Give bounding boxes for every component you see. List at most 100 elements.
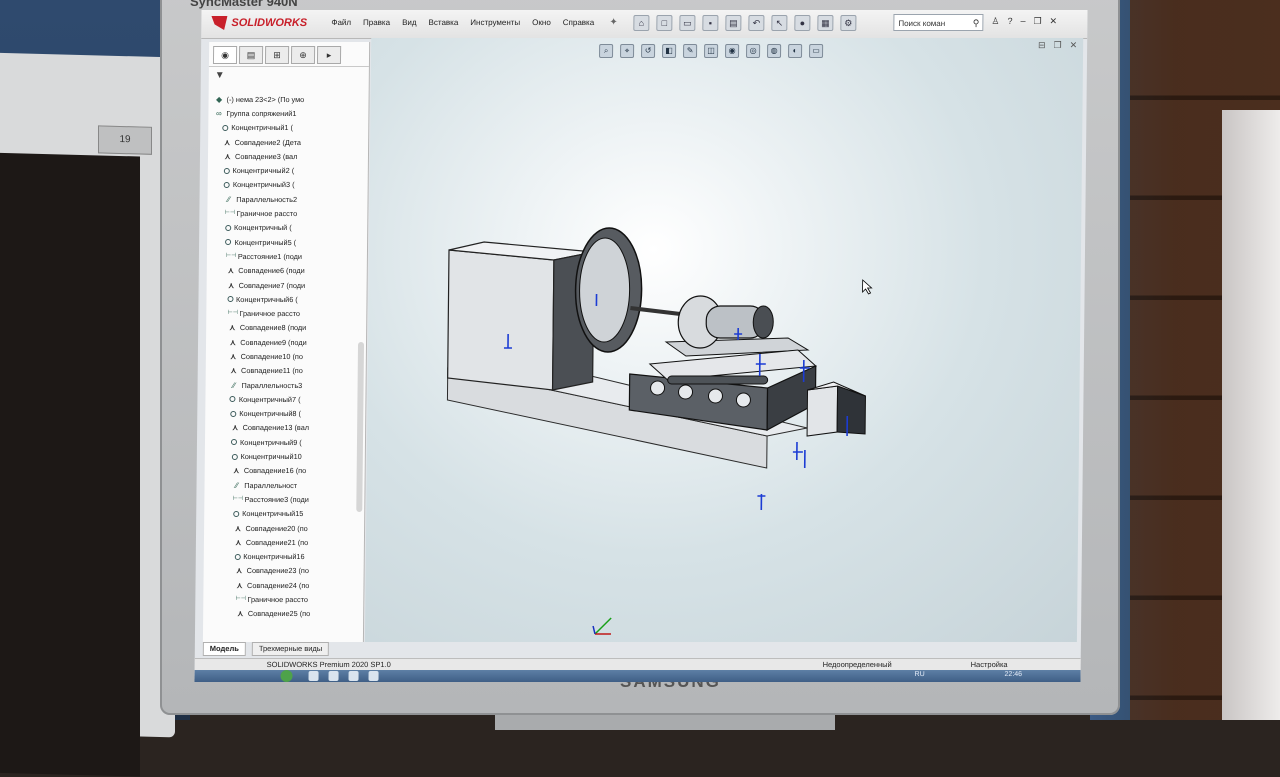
distance-mate-icon: ⊢⊣ (235, 595, 244, 604)
mate-item[interactable]: Концентричный8 ( (209, 407, 357, 421)
user-icon[interactable]: ♙ (991, 16, 999, 27)
config-manager-tab-icon[interactable]: ⊞ (265, 46, 289, 64)
feature-tree-tab-icon[interactable]: ◉ (213, 46, 237, 64)
mate-item[interactable]: ⋏Совпадение27 (по (207, 621, 355, 622)
more-tabs-icon[interactable]: ▸ (317, 46, 341, 64)
mate-item[interactable]: Концентричный9 ( (209, 435, 357, 449)
mate-item[interactable]: ∕∕Параллельность2 (211, 192, 359, 206)
graphics-viewport[interactable]: ⌕ ⌖ ↺ ◧ ✎ ◫ ◉ ◎ ◍ ◐ ▭ ⊟ ❐ ✕ (365, 38, 1083, 642)
command-search-input[interactable]: Поиск коман ⚲ (893, 14, 983, 31)
solidworks-logo[interactable]: SOLIDWORKS (211, 16, 307, 30)
mate-item[interactable]: ⋏Совпадение6 (поди (211, 264, 359, 278)
mate-item[interactable]: Концентричный15 (208, 507, 356, 521)
mate-item[interactable]: ⋏Совпадение16 (по (209, 464, 357, 478)
mate-item[interactable]: ⋏Совпадение13 (вал (209, 421, 357, 435)
dimxpert-tab-icon[interactable]: ⊕ (291, 46, 315, 64)
menu-tools[interactable]: Инструменты (470, 18, 520, 27)
undo-icon[interactable]: ↶ (748, 15, 764, 31)
pin-icon[interactable]: ✦ (609, 17, 618, 28)
distance-mate-icon: ⊢⊣ (225, 209, 234, 218)
new-doc-icon[interactable]: □ (656, 15, 672, 31)
media-icon[interactable] (348, 671, 358, 681)
doc-props-icon[interactable]: ▦ (817, 15, 833, 31)
mate-item[interactable]: ∕∕Параллельность3 (210, 378, 358, 392)
carriage-hole (650, 381, 664, 395)
mate-item[interactable]: ⋏Совпадение10 (по (210, 349, 358, 363)
save-icon[interactable]: ▪ (702, 15, 718, 31)
mate-item[interactable]: Концентричный6 ( (210, 292, 358, 306)
property-manager-tab-icon[interactable]: ▤ (239, 46, 263, 64)
mate-group-item[interactable]: ∞ Группа сопряжений1 (212, 106, 360, 120)
browser-icon[interactable] (328, 671, 338, 681)
ds-logo-icon (211, 16, 227, 30)
start-button-icon[interactable] (280, 670, 292, 682)
mate-item[interactable]: Концентричный1 ( (212, 121, 360, 135)
mate-item[interactable]: ⋏Совпадение25 (по (207, 607, 355, 621)
language-indicator[interactable]: RU (915, 671, 925, 678)
mate-label: Совпадение24 (по (247, 581, 309, 590)
mate-item[interactable]: ⊢⊣Расстояние3 (поди (208, 492, 356, 506)
mate-item[interactable]: Концентричный16 (208, 550, 356, 564)
mate-item[interactable]: ⋏Совпадение2 (Дета (212, 135, 360, 149)
mate-item[interactable]: ⋏Совпадение7 (поди (211, 278, 359, 292)
panel-tabs: ◉ ▤ ⊞ ⊕ ▸ (209, 42, 369, 67)
mate-label: Совпадение25 (по (248, 609, 310, 618)
mate-item[interactable]: ⋏Совпадение21 (по (208, 535, 356, 549)
mate-label: Совпадение2 (Дета (235, 138, 301, 147)
mate-item[interactable]: ⊢⊣Граничное рассто (210, 306, 358, 320)
panel-scrollbar[interactable] (356, 342, 364, 512)
print-icon[interactable]: ▤ (725, 15, 741, 31)
mate-item[interactable]: ⋏Совпадение3 (вал (212, 149, 360, 163)
mate-item[interactable]: Концентричный10 (209, 449, 357, 463)
close-icon[interactable]: ✕ (1050, 16, 1058, 27)
coincident-mate-icon: ⋏ (229, 352, 238, 361)
mate-item[interactable]: ⊢⊣Граничное рассто (211, 206, 359, 220)
mate-item[interactable]: ⋏Совпадение24 (по (207, 578, 355, 592)
options-icon[interactable]: ⚙ (840, 15, 856, 31)
solidworks-task-icon[interactable] (368, 671, 378, 681)
search-icon[interactable]: ⚲ (973, 15, 980, 32)
home-icon[interactable]: ⌂ (633, 15, 649, 31)
menu-help[interactable]: Справка (563, 18, 594, 27)
mate-item[interactable]: ⋏Совпадение23 (по (208, 564, 356, 578)
menu-file[interactable]: Файл (331, 18, 351, 27)
tab-3d-views[interactable]: Трехмерные виды (252, 642, 329, 656)
mate-item[interactable]: Концентричный ( (211, 221, 359, 235)
explorer-icon[interactable] (308, 671, 318, 681)
concentric-mate-icon (225, 239, 231, 245)
mate-item[interactable]: ⋏Совпадение8 (поди (210, 321, 358, 335)
mate-item[interactable]: ⋏Совпадение20 (по (208, 521, 356, 535)
select-icon[interactable]: ↖ (771, 15, 787, 31)
mate-item[interactable]: Концентричный7 ( (209, 392, 357, 406)
tab-model[interactable]: Модель (203, 642, 246, 656)
mate-item[interactable]: Концентричный3 ( (212, 178, 360, 192)
settings-link[interactable]: Настройка (971, 660, 1008, 669)
mate-item[interactable]: ⋏Совпадение11 (по (210, 364, 358, 378)
mouse-cursor (863, 280, 872, 294)
mate-label: Концентричный1 ( (231, 123, 293, 132)
menu-window[interactable]: Окно (532, 18, 551, 27)
restore-icon[interactable]: ❐ (1033, 16, 1041, 27)
mate-item[interactable]: ⋏Совпадение9 (поди (210, 335, 358, 349)
menu-edit[interactable]: Правка (363, 18, 390, 27)
tree-root-item[interactable]: ◆ (-) нема 23<2> (По умо (213, 92, 361, 106)
filter-icon[interactable]: ▼ (209, 67, 369, 89)
mate-label: Концентричный7 ( (239, 395, 301, 404)
menu-insert[interactable]: Вставка (429, 18, 459, 27)
mate-label: Расстояние1 (поди (238, 252, 302, 261)
mate-item[interactable]: ⊢⊣Граничное рассто (207, 592, 355, 606)
open-icon[interactable]: ▭ (679, 15, 695, 31)
assembly-model[interactable] (365, 38, 1083, 642)
mate-label: Концентричный3 ( (233, 180, 295, 189)
mate-item[interactable]: Концентричный2 ( (212, 163, 360, 177)
tree-root-label: (-) нема 23<2> (По умо (227, 95, 305, 104)
mate-item[interactable]: ∕∕Параллельност (208, 478, 356, 492)
mate-item[interactable]: Концентричный5 ( (211, 235, 359, 249)
mate-item[interactable]: ⊢⊣Расстояние1 (поди (211, 249, 359, 263)
minimize-icon[interactable]: – (1020, 16, 1025, 27)
mate-label: Концентричный ( (234, 223, 292, 232)
help-icon[interactable]: ? (1007, 16, 1012, 27)
menu-view[interactable]: Вид (402, 18, 417, 27)
traffic-light-icon[interactable]: ● (794, 15, 810, 31)
coincident-mate-icon: ⋏ (226, 266, 235, 275)
